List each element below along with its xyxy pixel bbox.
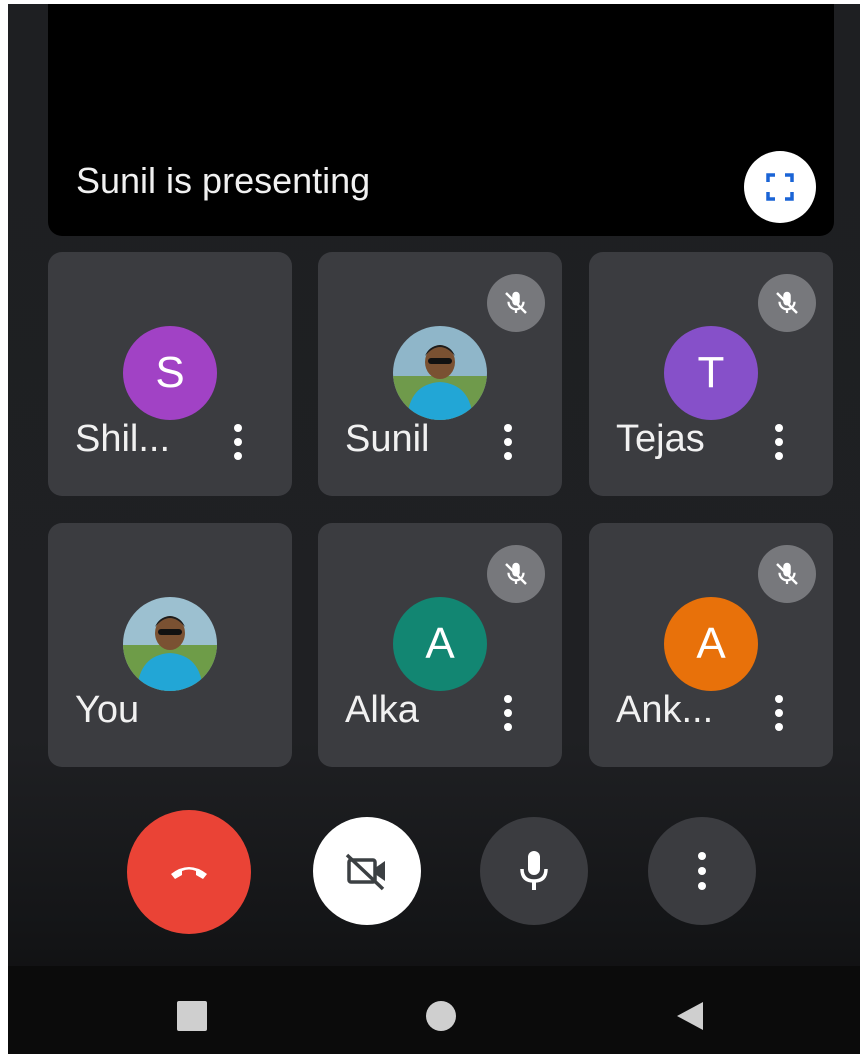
more-vert-icon [698,852,706,860]
meeting-screen: Sunil is presenting S Shil... Sunil T Te… [8,4,860,1054]
triangle-back-icon [677,1002,703,1030]
mic-off-icon [776,291,798,314]
square-recents-icon [177,1001,207,1031]
presenting-label: Sunil is presenting [76,160,371,201]
fullscreen-button[interactable] [744,151,816,223]
mic-icon [520,851,548,890]
system-navigation-bar [8,966,860,1054]
participant-more-button[interactable] [767,418,791,466]
home-button[interactable] [421,996,461,1036]
avatar-initial: A [696,619,726,668]
mic-off-icon [505,291,527,314]
mic-off-badge [487,274,545,332]
participant-name: You [75,689,140,731]
more-options-button[interactable] [648,817,756,925]
avatar-photo [393,326,487,420]
participant-more-button[interactable] [767,689,791,737]
participant-name: Alka [345,689,419,731]
participant-tile[interactable]: T Tejas [589,252,833,496]
recents-button[interactable] [172,996,212,1036]
participant-more-button[interactable] [496,418,520,466]
avatar: A [664,597,758,691]
back-button[interactable] [670,996,710,1036]
circle-home-icon [426,1001,456,1031]
camera-toggle-button[interactable] [313,817,421,925]
mic-off-icon [505,562,527,585]
presentation-area[interactable]: Sunil is presenting [48,4,834,236]
microphone-button[interactable] [480,817,588,925]
mic-off-badge [758,274,816,332]
more-vert-icon [234,424,242,432]
mic-off-badge [487,545,545,603]
more-vert-icon [504,695,512,703]
end-call-button[interactable] [127,810,251,934]
avatar: S [123,326,217,420]
more-vert-icon [775,424,783,432]
fullscreen-icon [766,173,794,201]
camera-off-icon [345,853,385,891]
participant-more-button[interactable] [496,689,520,737]
avatar: T [664,326,758,420]
avatar: A [393,597,487,691]
avatar-photo [123,597,217,691]
avatar-initial: A [425,619,455,668]
end-call-icon [171,867,207,879]
mic-off-badge [758,545,816,603]
more-vert-icon [775,695,783,703]
participant-name: Sunil [345,418,430,460]
participant-more-button[interactable] [226,418,250,466]
participant-name: Tejas [616,418,705,460]
participant-tile[interactable]: S Shil... [48,252,292,496]
participant-tile[interactable]: Sunil [318,252,562,496]
avatar-initial: S [155,348,185,397]
participant-tile[interactable]: A Alka [318,523,562,767]
more-vert-icon [504,424,512,432]
participant-tile[interactable]: You [48,523,292,767]
avatar-initial: T [697,348,725,397]
mic-off-icon [776,562,798,585]
participant-tile[interactable]: A Ank... [589,523,833,767]
participant-name: Shil... [75,418,171,460]
participant-name: Ank... [616,689,714,731]
